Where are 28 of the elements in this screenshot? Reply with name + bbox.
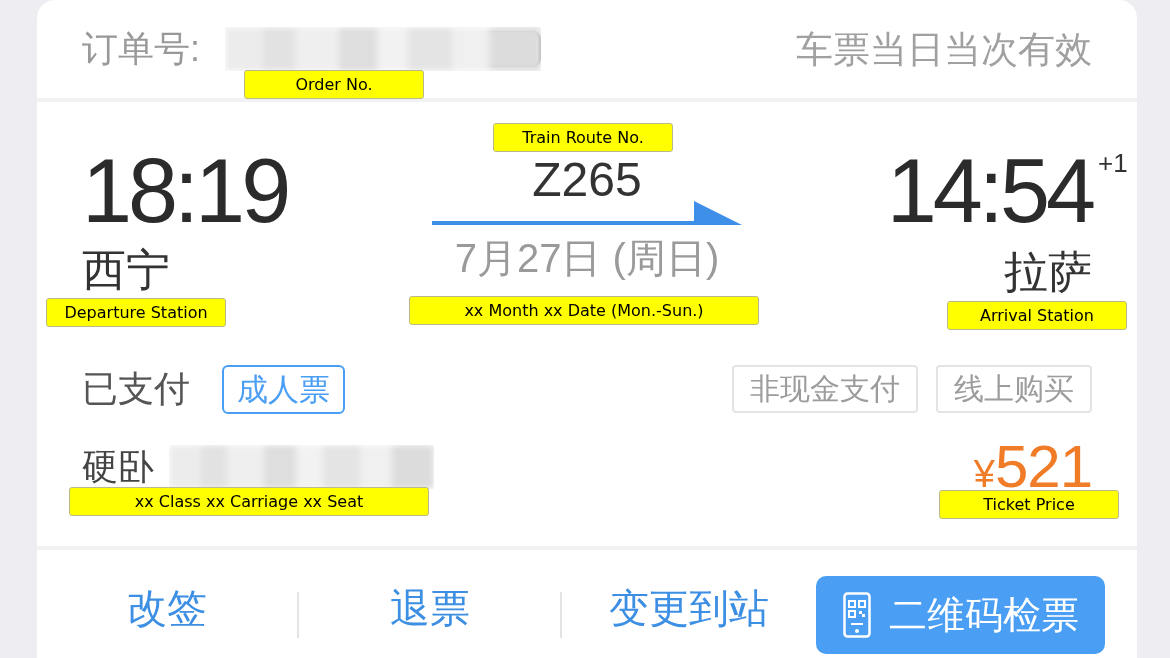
action-link[interactable]: 变更到站: [609, 588, 769, 628]
phone-qr-icon: [842, 592, 871, 638]
arrival-station: 拉萨: [1004, 250, 1092, 294]
payment-tag: 非现金支付: [732, 365, 918, 413]
currency-symbol: ¥: [973, 455, 995, 493]
train-number: Z265: [532, 156, 642, 204]
direction-arrow-icon: [432, 201, 742, 227]
payment-status: 已支付: [82, 371, 190, 407]
departure-station: 西宁: [82, 248, 170, 292]
travel-date: 7月27日 (周日): [454, 238, 720, 278]
ticket-type-tag: 成人票: [222, 364, 345, 414]
action-link[interactable]: 退票: [389, 588, 470, 628]
annotation-label: xx Month xx Date (Mon.-Sun.): [409, 296, 759, 325]
annotation-label: Order No.: [244, 70, 424, 99]
arrival-time: 14:54: [886, 146, 1092, 236]
validity-note: 车票当日当次有效: [796, 30, 1092, 68]
day-offset: +1: [1098, 150, 1128, 176]
action-link[interactable]: 改签: [127, 588, 207, 628]
seat-class: 硬卧: [82, 449, 154, 485]
annotation-label: Arrival Station: [947, 301, 1127, 330]
payment-tag: 线上购买: [936, 365, 1092, 413]
order-label: 订单号:: [82, 31, 200, 67]
annotation-label: Ticket Price: [939, 490, 1119, 519]
annotation-label: xx Class xx Carriage xx Seat: [69, 487, 429, 516]
annotation-label: Train Route No.: [493, 123, 673, 152]
annotation-label: Departure Station: [46, 298, 226, 327]
departure-time: 18:19: [82, 146, 288, 236]
qr-ticket-button[interactable]: 二维码检票: [816, 576, 1105, 654]
